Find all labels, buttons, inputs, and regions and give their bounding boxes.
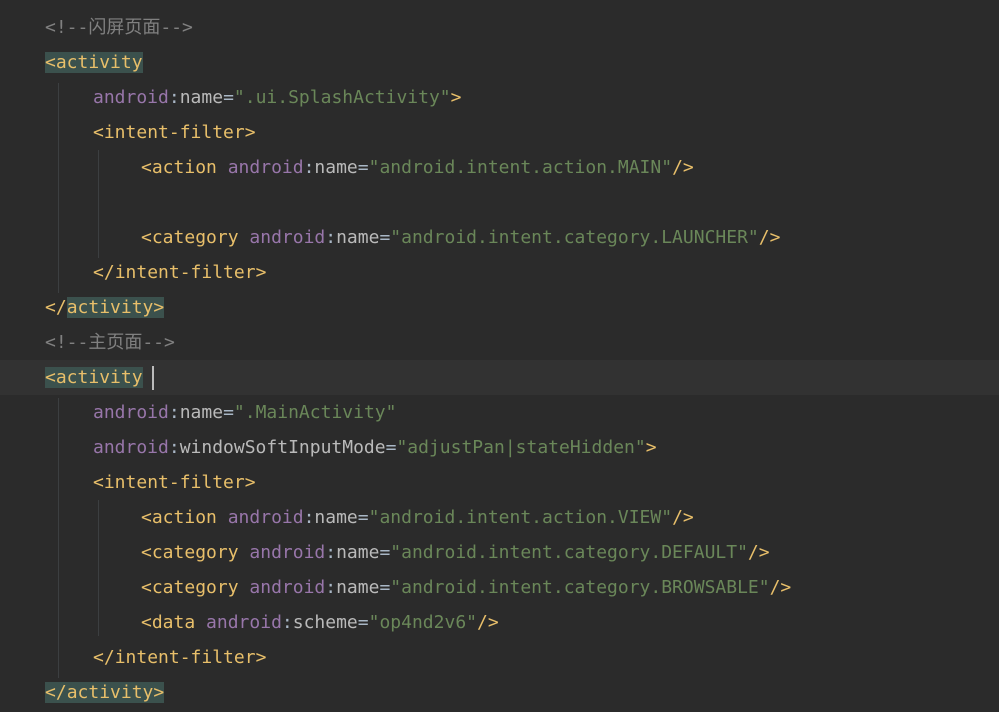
code-line-15[interactable]: <action android:name="android.intent.act… — [0, 500, 999, 535]
tag-close: </activity> — [45, 297, 165, 318]
code-line-10[interactable]: <!--主页面--> — [0, 325, 999, 360]
code-line-1[interactable]: <!--闪屏页面--> — [0, 10, 999, 45]
text-caret — [152, 366, 154, 390]
tag-close: </intent-filter> — [93, 647, 267, 668]
tag-element: <action android:name="android.intent.act… — [141, 157, 694, 178]
tag-open: <activity — [45, 367, 143, 388]
tag-close: </activity> — [45, 682, 165, 703]
code-line-17[interactable]: <category android:name="android.intent.c… — [0, 570, 999, 605]
code-line-9[interactable]: </activity> — [0, 290, 999, 325]
attribute: android:name=".MainActivity" — [93, 402, 397, 423]
code-line-19[interactable]: </intent-filter> — [0, 640, 999, 675]
code-line-3[interactable]: android:name=".ui.SplashActivity"> — [0, 80, 999, 115]
tag-element: <category android:name="android.intent.c… — [141, 542, 770, 563]
xml-comment: <!--闪屏页面--> — [45, 17, 193, 38]
tag-open: <intent-filter> — [93, 122, 256, 143]
code-line-4[interactable]: <intent-filter> — [0, 115, 999, 150]
attribute-value: ".ui.SplashActivity" — [233, 87, 451, 108]
code-line-2[interactable]: <activity — [0, 45, 999, 80]
attribute: android:name=".ui.SplashActivity"> — [93, 87, 462, 108]
code-editor[interactable]: <!--闪屏页面--> <activity android:name=".ui.… — [0, 0, 999, 712]
tag-close: </intent-filter> — [93, 262, 267, 283]
code-line-7[interactable]: <category android:name="android.intent.c… — [0, 220, 999, 255]
code-line-20[interactable]: </activity> — [0, 675, 999, 710]
code-line-5[interactable]: <action android:name="android.intent.act… — [0, 150, 999, 185]
tag-name: activity — [55, 52, 143, 73]
tag-element: <action android:name="android.intent.act… — [141, 507, 694, 528]
code-line-6[interactable] — [0, 185, 999, 220]
tag-element: <category android:name="android.intent.c… — [141, 227, 781, 248]
code-line-13[interactable]: android:windowSoftInputMode="adjustPan|s… — [0, 430, 999, 465]
attribute: android:windowSoftInputMode="adjustPan|s… — [93, 437, 657, 458]
tag-element: <category android:name="android.intent.c… — [141, 577, 792, 598]
xml-comment: <!--主页面--> — [45, 332, 175, 353]
tag-element: <data android:scheme="op4nd2v6"/> — [141, 612, 499, 633]
code-line-18[interactable]: <data android:scheme="op4nd2v6"/> — [0, 605, 999, 640]
code-line-16[interactable]: <category android:name="android.intent.c… — [0, 535, 999, 570]
tag-open: <intent-filter> — [93, 472, 256, 493]
code-line-12[interactable]: android:name=".MainActivity" — [0, 395, 999, 430]
current-code-line[interactable]: <activity — [0, 360, 999, 395]
tag-open: <activity — [45, 52, 143, 73]
code-line-8[interactable]: </intent-filter> — [0, 255, 999, 290]
code-line-14[interactable]: <intent-filter> — [0, 465, 999, 500]
